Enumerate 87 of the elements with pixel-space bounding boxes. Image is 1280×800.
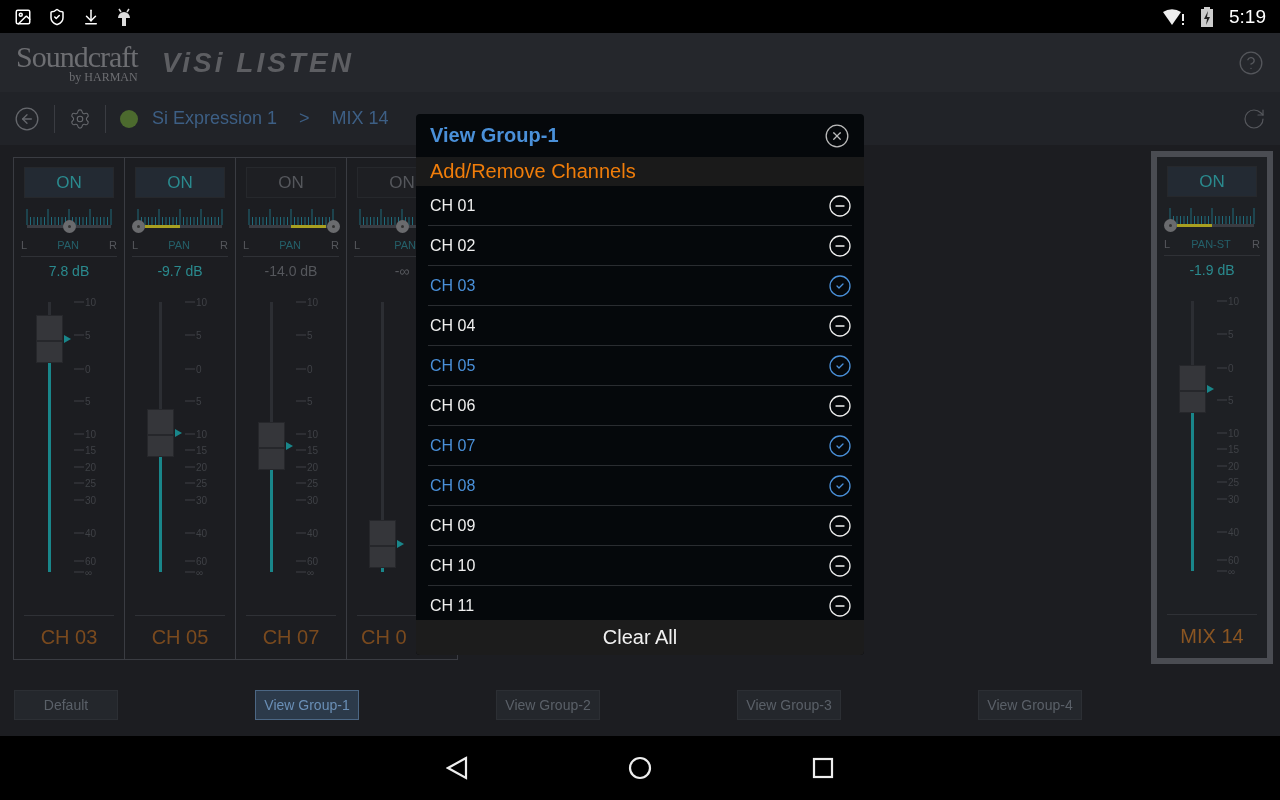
view-group-button[interactable]: View Group-1 — [255, 690, 359, 720]
channel-row[interactable]: CH 05 — [428, 346, 852, 386]
strip-name: CH 03 — [40, 626, 98, 649]
pan-offset-bar — [1177, 224, 1212, 227]
check-icon — [828, 273, 852, 298]
strip-name: CH 05 — [151, 626, 209, 649]
brand-logo: Soundcraft — [16, 42, 138, 71]
minus-icon — [828, 553, 852, 578]
on-button[interactable]: ON — [24, 167, 114, 198]
level-pointer-icon — [175, 428, 182, 437]
pan-label: PAN — [57, 239, 79, 251]
pan-knob[interactable] — [131, 220, 145, 233]
product-logo: ViSi LISTEN — [161, 46, 354, 79]
refresh-icon[interactable] — [1242, 106, 1266, 131]
back-icon[interactable] — [14, 105, 40, 132]
android-icon — [116, 6, 132, 27]
breadcrumb-separator: > — [299, 108, 310, 129]
pan-right-label: R — [109, 239, 117, 251]
pan-offset-bar — [145, 225, 180, 228]
clock: 5:19 — [1229, 5, 1266, 28]
minus-icon — [828, 193, 852, 218]
channel-row[interactable]: CH 08 — [428, 466, 852, 506]
pan-left-label: L — [21, 239, 28, 251]
pan-label: PAN-ST — [1191, 238, 1231, 250]
channel-row[interactable]: CH 02 — [428, 226, 852, 266]
gain-readout: -1.9 dB — [1189, 262, 1235, 278]
scale-label: ∞ — [1217, 565, 1236, 577]
battery-charging-icon — [1201, 6, 1213, 27]
pan-left-label: L — [243, 239, 250, 251]
home-nav-icon[interactable] — [628, 756, 652, 780]
pan-knob[interactable] — [395, 220, 409, 233]
check-icon — [828, 433, 852, 458]
scale-label: ∞ — [185, 566, 204, 578]
channel-row[interactable]: CH 09 — [428, 506, 852, 546]
on-button[interactable]: ON — [1167, 166, 1257, 197]
channel-row[interactable]: CH 01 — [428, 186, 852, 226]
minus-icon — [828, 233, 852, 258]
dialog-subtitle: Add/Remove Channels — [416, 157, 864, 186]
pan-knob[interactable] — [62, 220, 76, 233]
level-pointer-icon — [286, 441, 293, 450]
back-nav-icon[interactable] — [446, 756, 468, 780]
wifi-icon — [1163, 7, 1185, 26]
strip-name: CH 07 — [262, 626, 320, 649]
close-icon[interactable] — [824, 122, 850, 149]
minus-icon — [828, 313, 852, 338]
gain-readout: 7.8 dB — [48, 263, 90, 279]
brand-subtitle: by HARMAN — [69, 70, 138, 83]
pan-knob[interactable] — [326, 220, 340, 233]
clear-all-button[interactable]: Clear All — [416, 620, 864, 655]
on-button[interactable]: ON — [135, 167, 225, 198]
pan-right-label: R — [220, 239, 228, 251]
gain-readout: -∞ — [394, 263, 410, 279]
check-icon — [828, 473, 852, 498]
minus-icon — [828, 513, 852, 538]
shield-icon — [48, 7, 66, 26]
pan-knob[interactable] — [1163, 219, 1177, 232]
pan-label: PAN — [394, 239, 416, 251]
channel-row[interactable]: CH 10 — [428, 546, 852, 586]
gain-readout: -9.7 dB — [157, 263, 203, 279]
pan-offset-bar — [291, 225, 326, 228]
pan-left-label: L — [354, 239, 361, 251]
minus-icon — [828, 593, 852, 618]
download-icon — [82, 7, 100, 26]
pan-right-label: R — [1252, 238, 1260, 250]
strip-name: CH 0 — [360, 626, 407, 649]
settings-icon[interactable] — [69, 107, 91, 130]
dialog-title: View Group-1 — [430, 124, 559, 147]
pan-label: PAN — [168, 239, 190, 251]
strip-name: MIX 14 — [1180, 625, 1244, 648]
check-icon — [828, 353, 852, 378]
level-pointer-icon — [64, 335, 71, 344]
pan-right-label: R — [331, 239, 339, 251]
help-icon[interactable] — [1238, 49, 1264, 76]
level-pointer-icon — [397, 539, 404, 548]
channel-row[interactable]: CH 07 — [428, 426, 852, 466]
pan-label: PAN — [279, 239, 301, 251]
channel-row[interactable]: CH 06 — [428, 386, 852, 426]
gain-readout: -14.0 dB — [264, 263, 318, 279]
minus-icon — [828, 393, 852, 418]
image-icon — [14, 7, 32, 26]
channel-row[interactable]: CH 03 — [428, 266, 852, 306]
pan-left-label: L — [132, 239, 139, 251]
channel-row[interactable]: CH 04 — [428, 306, 852, 346]
level-pointer-icon — [1207, 385, 1214, 394]
recents-nav-icon[interactable] — [812, 757, 834, 779]
scale-label: ∞ — [296, 566, 315, 578]
scale-label: ∞ — [74, 566, 93, 578]
